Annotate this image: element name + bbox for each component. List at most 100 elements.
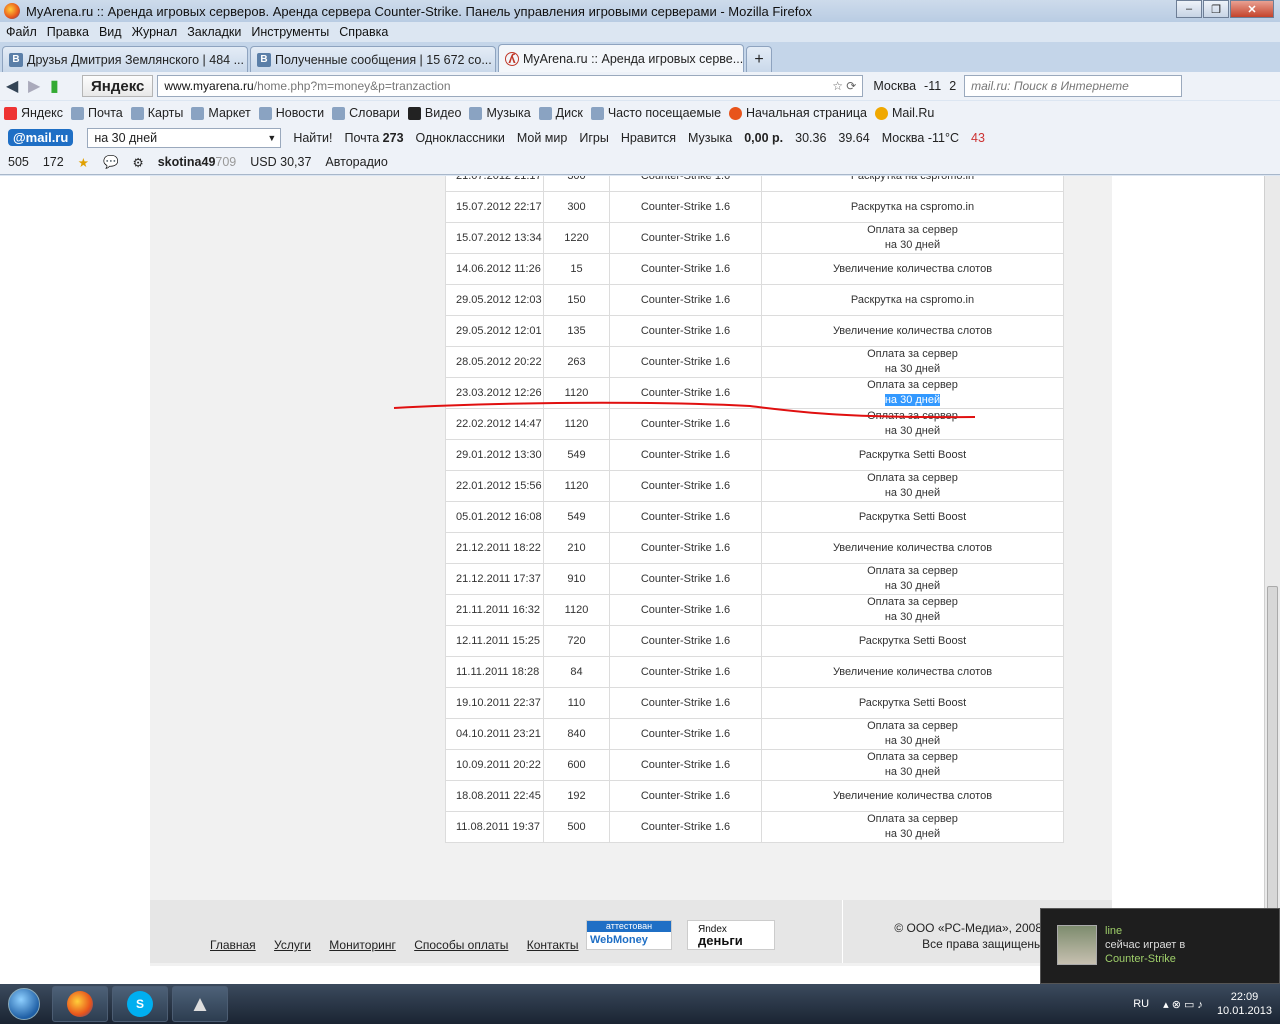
bookmark-market[interactable]: Маркет (191, 106, 251, 120)
gear-icon[interactable]: ⚙ (133, 155, 144, 170)
odnoklassniki-link[interactable]: Одноклассники (416, 131, 505, 145)
menu-help[interactable]: Справка (339, 25, 388, 39)
menu-file[interactable]: Файл (6, 25, 37, 39)
bookmark-start-page[interactable]: Начальная страница (729, 106, 867, 120)
row-sum: 84 (543, 656, 610, 688)
usd-rate: 30.36 (795, 130, 827, 145)
mailru-logo[interactable]: @mail.ru (8, 129, 74, 146)
maximize-button[interactable]: ❐ (1203, 0, 1229, 18)
row-date: 22.01.2012 15:56 (445, 470, 544, 502)
clock[interactable]: 22:09 10.01.2013 (1217, 990, 1272, 1018)
mailru-find-button[interactable]: Найти! (293, 131, 332, 145)
row-game: Counter-Strike 1.6 (609, 563, 762, 595)
star-icon[interactable]: ★ (78, 155, 89, 170)
row-sum: 135 (543, 315, 610, 347)
username[interactable]: skotina49709 (158, 155, 237, 169)
tray-icons[interactable]: ▴ ⊗ ▭ ♪ (1163, 998, 1203, 1011)
table-row: 29.05.2012 12:01 135 Counter-Strike 1.6 Уве… (445, 315, 1064, 347)
mailru-toolbar: @mail.ru на 30 дней ▼ Найти! Почта 273 Од… (0, 125, 1280, 150)
row-sum: 210 (543, 532, 610, 564)
menu-tools[interactable]: Инструменты (251, 25, 329, 39)
back-button[interactable]: ◀ (6, 76, 28, 96)
footer-link-home[interactable]: Главная (210, 938, 256, 952)
search-input[interactable]: mail.ru: Поиск в Интернете (964, 75, 1183, 97)
minimize-button[interactable]: – (1176, 0, 1202, 18)
row-sum: 549 (543, 501, 610, 533)
footer-link-services[interactable]: Услуги (274, 938, 311, 952)
eur-rate: 39.64 (838, 130, 870, 145)
bookmark-mailru[interactable]: Mail.Ru (874, 106, 934, 120)
like-link[interactable]: Нравится (621, 131, 676, 145)
games-link[interactable]: Игры (579, 131, 608, 145)
myworld-link[interactable]: Мой мир (517, 131, 568, 145)
new-tab-button[interactable]: + (746, 46, 772, 72)
vertical-scrollbar[interactable] (1264, 176, 1280, 984)
mail-link[interactable]: Почта 273 (344, 131, 403, 145)
usd-widget[interactable]: USD 30,37 (250, 155, 311, 169)
table-row: 22.01.2012 15:56 1120 Counter-Strike 1.6 Оп… (445, 470, 1064, 502)
start-button[interactable] (0, 984, 48, 1024)
row-date: 23.03.2012 12:26 (445, 377, 544, 409)
notification-count[interactable]: 2 (949, 79, 956, 93)
bookmark-disk[interactable]: Диск (538, 106, 583, 120)
menu-view[interactable]: Вид (99, 25, 122, 39)
row-game: Counter-Strike 1.6 (609, 625, 762, 657)
table-row: 29.05.2012 12:03 150 Counter-Strike 1.6 Рас… (445, 284, 1064, 316)
music-link[interactable]: Музыка (688, 131, 732, 145)
yandex-logo[interactable]: Яндекс (82, 75, 154, 97)
menu-history[interactable]: Журнал (132, 25, 178, 39)
yandex-money-badge[interactable]: Яndex деньги (687, 920, 775, 950)
row-purpose: Оплата за сервер на 30 дней (761, 222, 1064, 254)
close-button[interactable]: ✕ (1230, 0, 1274, 18)
row-game: Counter-Strike 1.6 (609, 191, 762, 223)
tab-vk-messages[interactable]: В Полученные сообщения | 15 672 со... (250, 46, 496, 72)
bookmark-most-visited[interactable]: Часто посещаемые (590, 106, 721, 120)
menu-bookmarks[interactable]: Закладки (187, 25, 241, 39)
money-balance[interactable]: 0,00 р. (744, 131, 783, 145)
bookmark-maps[interactable]: Карты (130, 106, 183, 120)
steam-notification[interactable]: line сейчас играет в Counter-Strike (1040, 908, 1280, 984)
table-row: 19.10.2011 22:37 110 Counter-Strike 1.6 Рас… (445, 687, 1064, 719)
webmoney-badge[interactable]: аттестован WebMoney (586, 920, 672, 950)
menu-bar: Файл Правка Вид Журнал Закладки Инструме… (0, 22, 1280, 42)
row-sum: 300 (543, 176, 610, 192)
url-bar[interactable]: www.myarena.ru/home.php?m=money&p=tranza… (157, 75, 864, 97)
bookmark-mail[interactable]: Почта (71, 106, 123, 120)
tab-myarena[interactable]: ʎMyArena.ru :: Аренда игровых серве...✕ (498, 44, 744, 72)
weather-widget[interactable]: Москва -11°C (882, 131, 959, 145)
traffic-count[interactable]: 43 (971, 131, 985, 145)
row-date: 28.05.2012 20:22 (445, 346, 544, 378)
page-viewport: 21.07.2012 21:17300Counter-Strike 1.6Рас… (0, 176, 1264, 984)
taskbar-skype[interactable]: S (112, 986, 168, 1022)
bookmark-news[interactable]: Новости (258, 106, 324, 120)
taskbar-app[interactable]: ▲ (172, 986, 228, 1022)
mailru-search-input[interactable]: на 30 дней ▼ (87, 127, 282, 148)
row-date: 29.05.2012 12:03 (445, 284, 544, 316)
row-date: 22.02.2012 14:47 (445, 408, 544, 440)
table-row: 15.07.2012 22:17 300 Counter-Strike 1.6 Рас… (445, 191, 1064, 223)
taskbar-firefox[interactable] (52, 986, 108, 1022)
row-purpose: Оплата за сервер на 30 дней (761, 594, 1064, 626)
footer-link-contacts[interactable]: Контакты (527, 938, 579, 952)
notes-count[interactable]: 172 (43, 155, 64, 169)
radio-widget[interactable]: Авторадио (325, 155, 387, 169)
row-game: Counter-Strike 1.6 (609, 253, 762, 285)
forward-button[interactable]: ▶ (28, 76, 50, 96)
close-tab-icon[interactable]: ✕ (743, 52, 744, 65)
bookmark-video[interactable]: Видео (407, 106, 461, 120)
row-purpose: Оплата за сервер на 30 дней (761, 408, 1064, 440)
weather-city[interactable]: Москва (873, 79, 916, 93)
footer-link-payment[interactable]: Способы оплаты (414, 938, 508, 952)
reload-icon[interactable]: ☆ ⟳ (832, 79, 856, 93)
url-host: www.myarena.ru (164, 79, 254, 93)
bookmark-yandex[interactable]: Яндекс (4, 106, 63, 120)
bookmark-music[interactable]: Музыка (469, 106, 531, 120)
bookmark-dictionaries[interactable]: Словари (332, 106, 400, 120)
menu-edit[interactable]: Правка (47, 25, 89, 39)
row-purpose: Оплата за сервер на 30 дней (761, 346, 1064, 378)
mail-count[interactable]: 505 (8, 155, 29, 169)
chat-icon[interactable]: 💬 (103, 155, 119, 170)
footer-link-monitoring[interactable]: Мониторинг (329, 938, 396, 952)
tab-vk-friends[interactable]: В Друзья Дмитрия Землянского | 484 ... (2, 46, 248, 72)
language-indicator[interactable]: RU (1133, 998, 1149, 1010)
